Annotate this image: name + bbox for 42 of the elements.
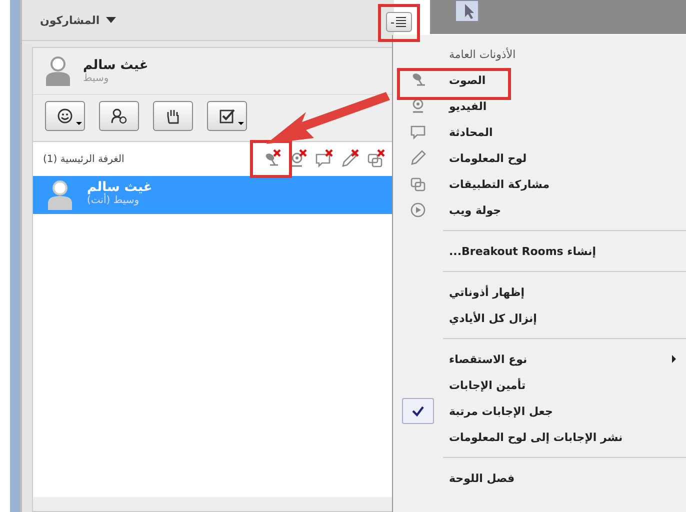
menu-item[interactable]: لوح المعلومات (449, 152, 527, 164)
windows-icon (409, 175, 427, 193)
participant-name: غيث سالم (87, 180, 152, 195)
menu-item[interactable]: نوع الاستقصاء (449, 352, 528, 366)
menu-heading: الأذونات العامة (449, 48, 516, 60)
menu-item[interactable]: مشاركة التطبيقات (449, 178, 550, 190)
menu-item[interactable]: إنشاء Breakout Rooms... (449, 244, 596, 258)
person-clock-icon (110, 107, 128, 125)
menu-icon (390, 16, 408, 28)
presenter-name: غيث سالم (83, 58, 148, 73)
menu-item[interactable]: إنزال كل الأيادي (449, 312, 537, 324)
menu-item[interactable]: جعل الإجابات مرتبة (449, 404, 553, 418)
caret-icon[interactable] (106, 17, 116, 23)
menu-item[interactable]: نشر الإجابات إلى لوح المعلومات (449, 430, 623, 444)
avatar-icon (45, 56, 71, 86)
menu-item[interactable]: الفيديو (449, 100, 487, 112)
smiley-icon (56, 107, 74, 125)
checkbox-button[interactable] (207, 101, 247, 131)
menu-button[interactable] (386, 12, 412, 32)
pencil-icon (409, 149, 427, 167)
raise-hand-button[interactable] (153, 101, 193, 131)
speech-bubble-denied-icon[interactable] (313, 148, 335, 170)
windows-denied-icon[interactable] (365, 148, 387, 170)
checkbox-icon (218, 107, 236, 125)
menu-item[interactable]: الصوت (449, 74, 486, 86)
speech-bubble-icon (409, 123, 427, 141)
pencil-denied-icon[interactable] (339, 148, 361, 170)
avatar-icon (47, 180, 73, 210)
pointer-tool-icon[interactable] (455, 0, 479, 22)
menu-item[interactable]: المحادثة (449, 126, 493, 138)
play-circle-icon (409, 201, 427, 219)
menu-item[interactable]: فصل اللوحة (449, 472, 515, 484)
highlight-frame (378, 4, 420, 42)
room-title: (1) الغرفة الرئيسية (43, 154, 124, 164)
smiley-button[interactable] (45, 101, 85, 131)
menu-item[interactable]: تأمين الإجابات (449, 378, 526, 392)
panel-title: المشاركون (40, 14, 100, 26)
menu-item[interactable]: جولة ويب (449, 204, 502, 216)
participant-role: وسيط (أنت) (87, 195, 140, 206)
menu-item[interactable]: إظهار أذوناتي (449, 286, 524, 298)
presenter-role: وسيط (83, 73, 110, 84)
person-clock-button[interactable] (99, 101, 139, 131)
